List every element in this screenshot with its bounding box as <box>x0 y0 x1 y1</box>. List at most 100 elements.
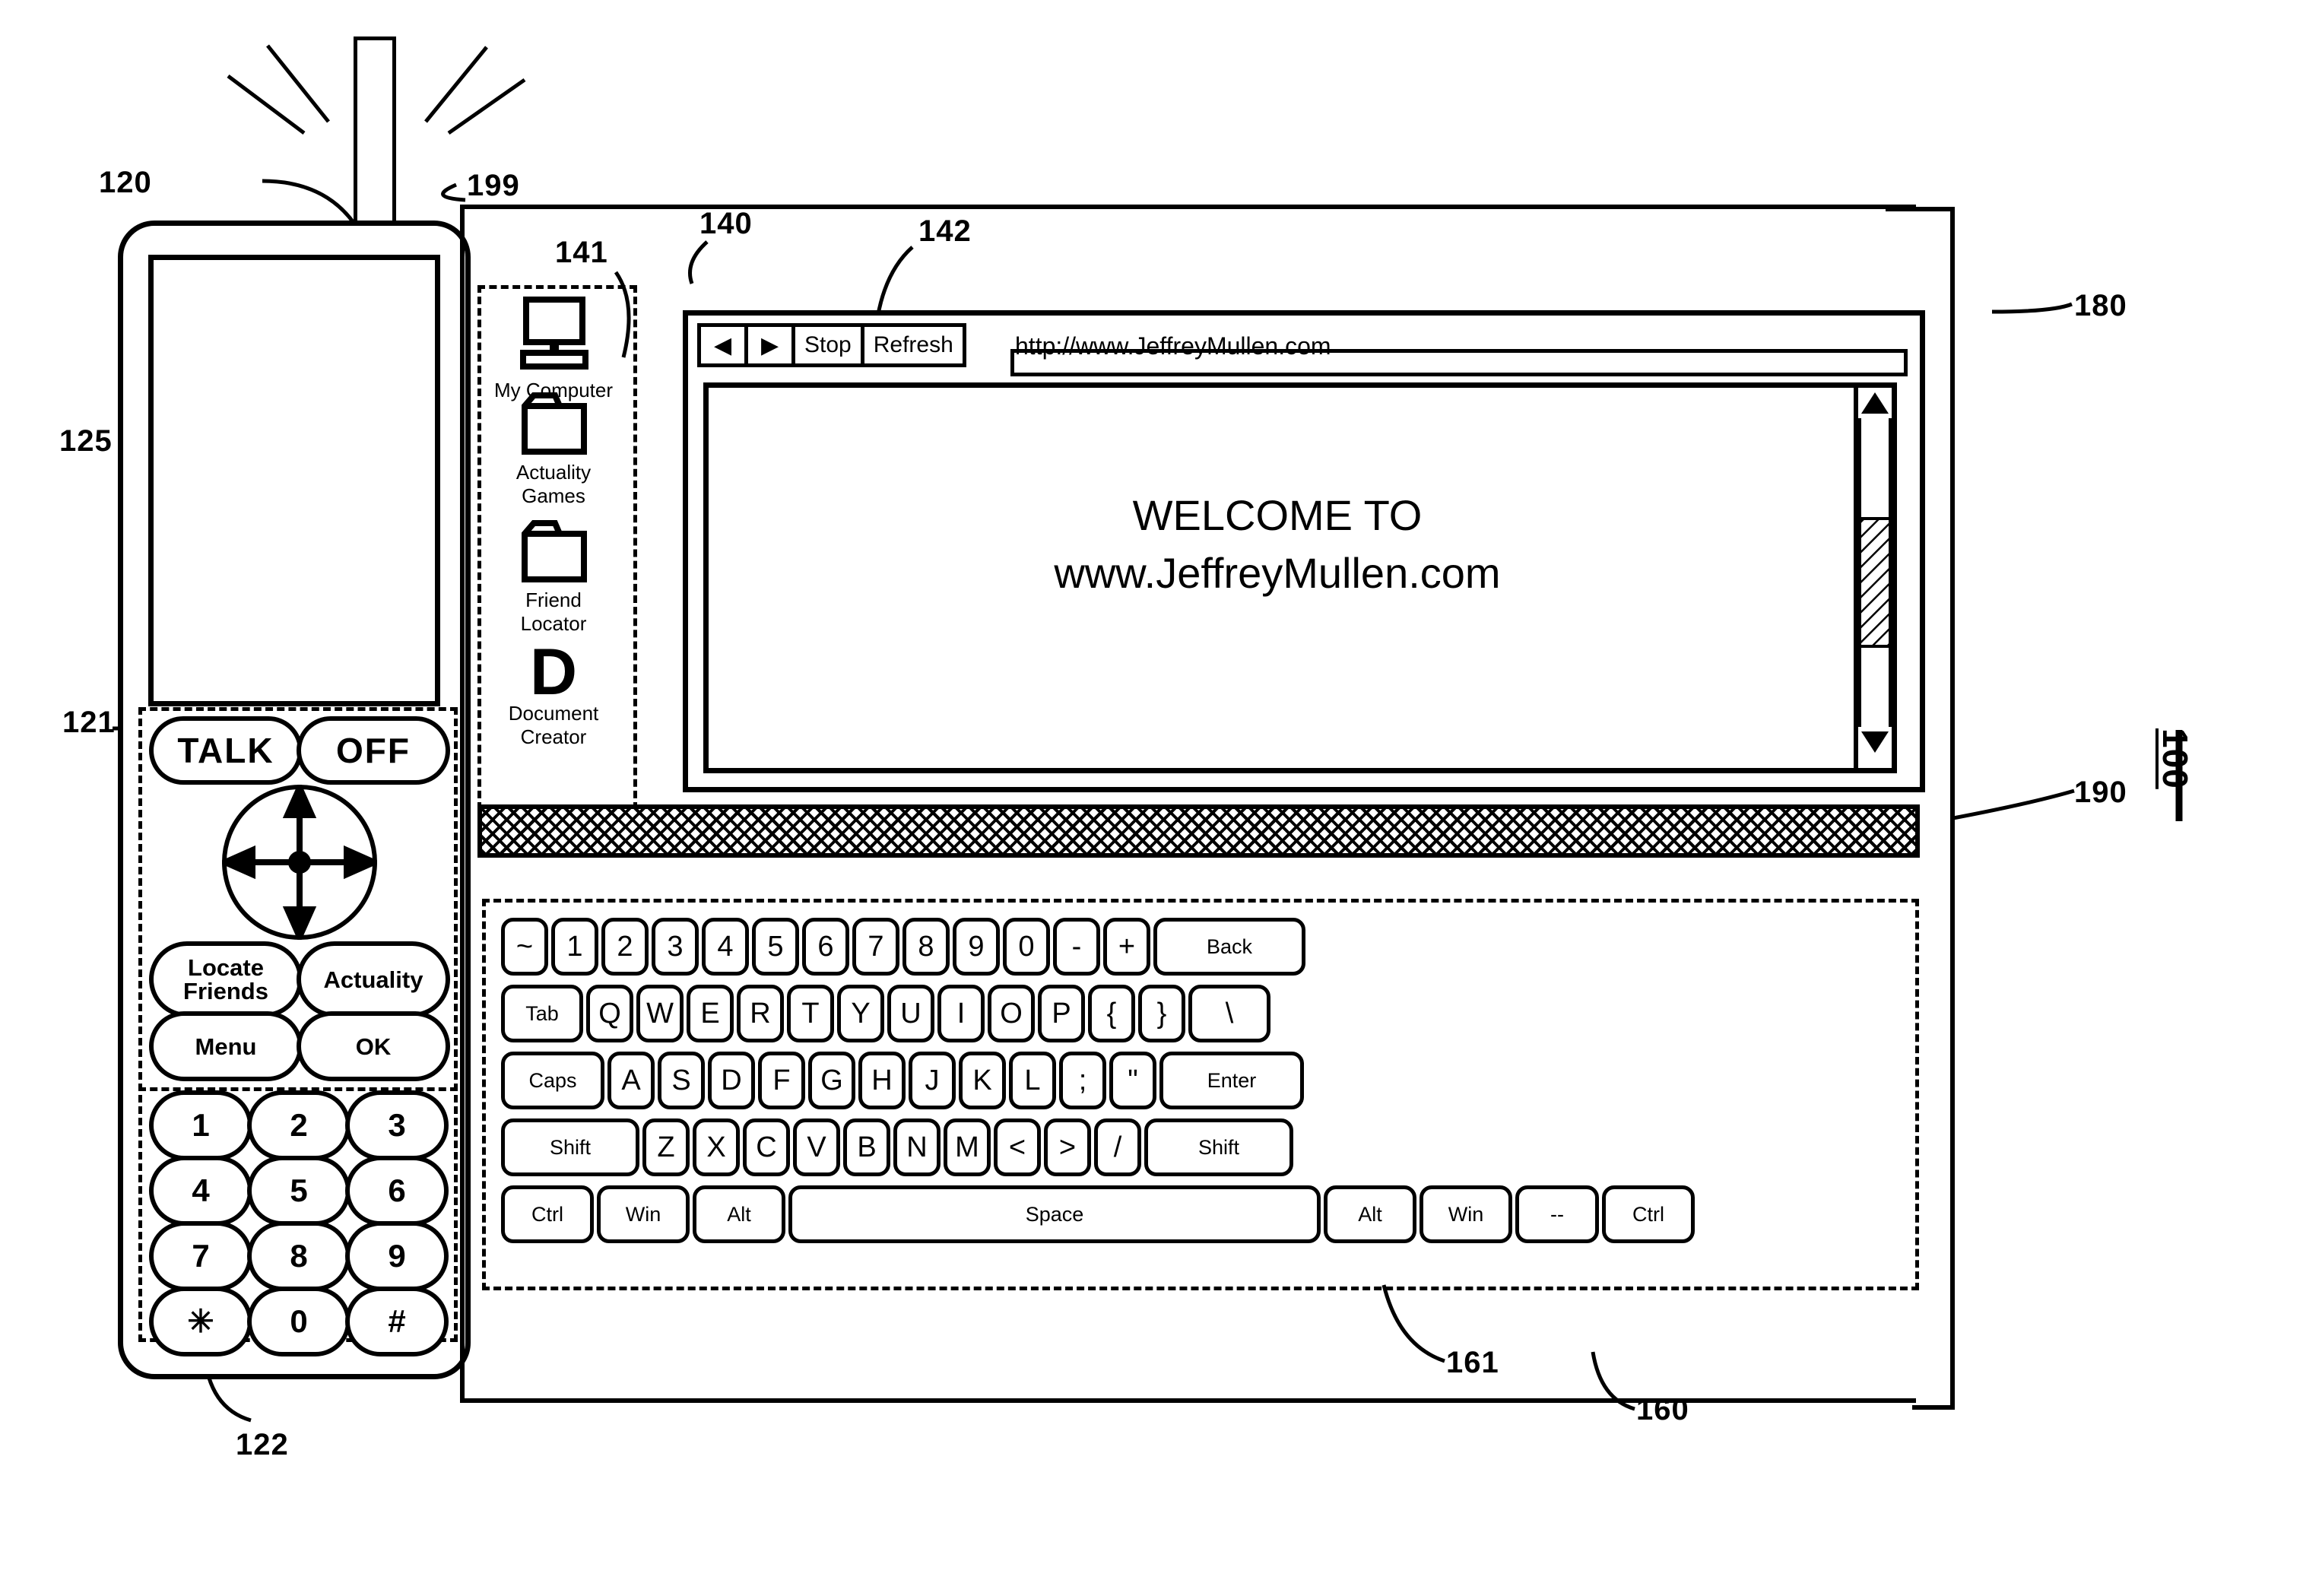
key-[interactable]: ; <box>1059 1052 1106 1109</box>
keypad-key-7[interactable]: 7 <box>149 1221 252 1291</box>
key-space[interactable]: Space <box>788 1185 1321 1243</box>
actuality-games-icon[interactable]: Actuality Games <box>477 389 630 507</box>
key-a[interactable]: A <box>607 1052 655 1109</box>
key-1[interactable]: 1 <box>551 918 598 976</box>
keypad-key-star[interactable]: ✳ <box>149 1287 252 1356</box>
key-p[interactable]: P <box>1038 985 1085 1042</box>
key-caps[interactable]: Caps <box>501 1052 604 1109</box>
key-k[interactable]: K <box>959 1052 1006 1109</box>
key-u[interactable]: U <box>887 985 934 1042</box>
key-tab[interactable]: Tab <box>501 985 583 1042</box>
key-e[interactable]: E <box>687 985 734 1042</box>
dpad-arrows-icon <box>222 785 377 940</box>
keypad-key-1[interactable]: 1 <box>149 1090 252 1160</box>
keypad-key-6[interactable]: 6 <box>345 1156 449 1226</box>
key-t[interactable]: T <box>787 985 834 1042</box>
key-[interactable]: \ <box>1188 985 1270 1042</box>
key-alt[interactable]: Alt <box>693 1185 785 1243</box>
key-[interactable]: + <box>1103 918 1150 976</box>
key-9[interactable]: 9 <box>953 918 1000 976</box>
refresh-button[interactable]: Refresh <box>860 323 966 367</box>
keypad-key-0[interactable]: 0 <box>247 1287 351 1356</box>
key-l[interactable]: L <box>1009 1052 1056 1109</box>
ref-125: 125 <box>59 424 113 458</box>
keyboard-area: ~1 2 3 4 5 6 7 8 9 0- + Back Tab Q W E R T Y U I O P{} \ Caps A… <box>482 899 1919 1290</box>
key-ctrl[interactable]: Ctrl <box>501 1185 594 1243</box>
key-s[interactable]: S <box>658 1052 705 1109</box>
key-back[interactable]: Back <box>1153 918 1305 976</box>
key-[interactable]: < <box>994 1118 1041 1176</box>
forward-button[interactable]: ▶ <box>744 323 791 367</box>
actuality-key[interactable]: Actuality <box>297 941 450 1017</box>
key-2[interactable]: 2 <box>601 918 649 976</box>
actuality-games-label-line1: Actuality <box>515 461 592 484</box>
key-5[interactable]: 5 <box>752 918 799 976</box>
key-win[interactable]: Win <box>597 1185 690 1243</box>
speaker-grille <box>477 804 1920 858</box>
key-[interactable]: " <box>1109 1052 1156 1109</box>
keyboard-row-1: ~1 2 3 4 5 6 7 8 9 0- + Back <box>501 918 1305 976</box>
key-[interactable]: ~ <box>501 918 548 976</box>
key-8[interactable]: 8 <box>902 918 950 976</box>
key-g[interactable]: G <box>808 1052 855 1109</box>
key-alt[interactable]: Alt <box>1324 1185 1416 1243</box>
key-shift[interactable]: Shift <box>1144 1118 1293 1176</box>
ref-120: 120 <box>99 166 152 199</box>
talk-key[interactable]: TALK <box>149 716 303 785</box>
key-ctrl[interactable]: Ctrl <box>1602 1185 1695 1243</box>
key-[interactable]: - <box>1053 918 1100 976</box>
keypad-key-9[interactable]: 9 <box>345 1221 449 1291</box>
ok-key[interactable]: OK <box>297 1011 450 1081</box>
key-shift[interactable]: Shift <box>501 1118 639 1176</box>
key-0[interactable]: 0 <box>1003 918 1050 976</box>
ref-122: 122 <box>236 1428 289 1461</box>
my-computer-icon[interactable]: My Computer <box>477 295 630 401</box>
key-q[interactable]: Q <box>586 985 633 1042</box>
keypad-key-8[interactable]: 8 <box>247 1221 351 1291</box>
phone-display <box>148 255 440 706</box>
key-v[interactable]: V <box>793 1118 840 1176</box>
keyboard-row-5: Ctrl Win Alt Space Alt Win -- Ctrl <box>501 1185 1695 1243</box>
key-[interactable]: } <box>1138 985 1185 1042</box>
key-c[interactable]: C <box>743 1118 790 1176</box>
keypad-key-5[interactable]: 5 <box>247 1156 351 1226</box>
stop-button[interactable]: Stop <box>791 323 861 367</box>
document-creator-icon[interactable]: D Document Creator <box>477 639 630 748</box>
key-m[interactable]: M <box>944 1118 991 1176</box>
key-[interactable]: > <box>1044 1118 1091 1176</box>
vertical-scrollbar[interactable] <box>1854 388 1892 768</box>
key-i[interactable]: I <box>937 985 985 1042</box>
key-w[interactable]: W <box>636 985 684 1042</box>
key-x[interactable]: X <box>693 1118 740 1176</box>
key-3[interactable]: 3 <box>652 918 699 976</box>
keypad-key-4[interactable]: 4 <box>149 1156 252 1226</box>
back-button[interactable]: ◀ <box>697 323 744 367</box>
keypad-key-3[interactable]: 3 <box>345 1090 449 1160</box>
key-enter[interactable]: Enter <box>1159 1052 1304 1109</box>
key-[interactable]: { <box>1088 985 1135 1042</box>
menu-key[interactable]: Menu <box>149 1011 303 1081</box>
keypad-key-hash[interactable]: # <box>345 1287 449 1356</box>
key-[interactable]: -- <box>1515 1185 1599 1243</box>
key-n[interactable]: N <box>893 1118 941 1176</box>
locate-friends-key[interactable]: Locate Friends <box>149 941 303 1017</box>
key-o[interactable]: O <box>988 985 1035 1042</box>
friend-locator-icon[interactable]: Friend Locator <box>477 517 630 635</box>
key-d[interactable]: D <box>708 1052 755 1109</box>
directional-pad[interactable] <box>222 785 377 940</box>
key-b[interactable]: B <box>843 1118 890 1176</box>
key-z[interactable]: Z <box>642 1118 690 1176</box>
off-key[interactable]: OFF <box>297 716 450 785</box>
browser-toolbar: ◀ ▶ Stop Refresh <box>697 323 966 367</box>
key-j[interactable]: J <box>909 1052 956 1109</box>
key-4[interactable]: 4 <box>702 918 749 976</box>
key-win[interactable]: Win <box>1420 1185 1512 1243</box>
key-y[interactable]: Y <box>837 985 884 1042</box>
key-6[interactable]: 6 <box>802 918 849 976</box>
keypad-key-2[interactable]: 2 <box>247 1090 351 1160</box>
key-7[interactable]: 7 <box>852 918 899 976</box>
key-f[interactable]: F <box>758 1052 805 1109</box>
key-[interactable]: / <box>1094 1118 1141 1176</box>
key-r[interactable]: R <box>737 985 784 1042</box>
key-h[interactable]: H <box>858 1052 906 1109</box>
